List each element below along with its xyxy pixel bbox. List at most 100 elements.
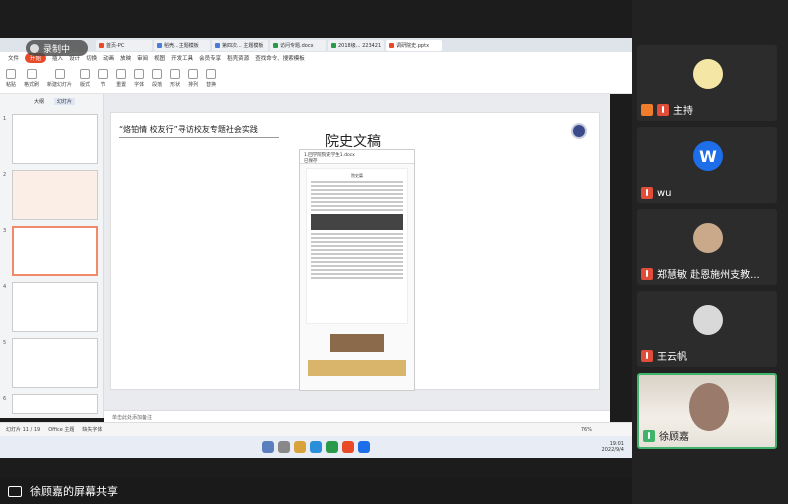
slide-number: 3 [3, 228, 7, 234]
participant-tile[interactable]: W wu [637, 127, 777, 203]
participant-video-face [689, 383, 729, 431]
wps-icon[interactable] [342, 441, 354, 453]
ribbon-button[interactable]: 粘贴 [6, 69, 16, 88]
ribbon-button[interactable]: 版式 [80, 69, 90, 88]
browser-tab[interactable]: 第四次... 主题模板 [212, 39, 268, 51]
tab-slides[interactable]: 幻灯片 [54, 98, 76, 105]
screen-share-label: 徐顾嘉的屏幕共享 [30, 485, 118, 498]
menu-item[interactable]: 审阅 [137, 54, 148, 62]
section-title: 院史文稿 [325, 134, 381, 150]
ribbon-button[interactable]: 排列 [188, 69, 198, 88]
system-tray: 19:01 2022/9/4 [602, 441, 624, 453]
tab-favicon-icon [389, 42, 395, 48]
start-icon[interactable] [262, 441, 274, 453]
participant-tile[interactable]: 王云帆 [637, 291, 777, 367]
slide-number: 6 [3, 396, 7, 402]
slide-counter: 幻灯片 11 / 19 [6, 427, 41, 433]
slide-thumbnail[interactable] [12, 338, 98, 388]
slide[interactable]: “烙铂情 校友行”寻访校友专题社会实践 院史文稿 1.回学院院史学生1.docx… [110, 112, 600, 391]
university-seal-icon [571, 123, 587, 139]
ribbon-label: 新建幻灯片 [47, 82, 73, 88]
slide-thumbnail-selected[interactable] [12, 226, 98, 276]
tab-favicon-icon [273, 42, 278, 48]
ribbon-label: 重置 [116, 82, 127, 88]
participant-name: 徐顾嘉 [659, 432, 689, 443]
folder-icon[interactable] [294, 441, 306, 453]
browser-tab[interactable]: 2018级... 223421 [328, 39, 385, 51]
menu-item[interactable]: 稻壳资源 [227, 54, 249, 62]
tab-favicon-icon [331, 42, 336, 48]
browser-tab-strip: 首页-PC 稻壳...主题模板 第四次... 主题模板 访问专题.docx 2018级.… [0, 38, 632, 52]
ribbon-button[interactable]: 字体 [134, 69, 144, 88]
windows-taskbar [0, 436, 632, 458]
ribbon-icon [188, 69, 199, 79]
ribbon-icon [26, 69, 37, 79]
participant-tile-active-speaker[interactable]: 徐顾嘉 [637, 373, 777, 449]
chrome-icon[interactable] [326, 441, 338, 453]
menu-item[interactable]: 会员专享 [199, 54, 221, 62]
mic-off-icon [641, 267, 653, 280]
ribbon-button[interactable]: 段落 [152, 69, 162, 88]
participant-name: 郑慧敏 赴恩施州支教... [657, 270, 760, 281]
ribbon-button[interactable]: 替换 [206, 69, 216, 88]
slide-thumbnail[interactable] [12, 170, 98, 220]
screen-share-bar: 徐顾嘉的屏幕共享 [0, 478, 632, 504]
document-status: 已保存 [304, 159, 318, 164]
tab-label: 第四次... 主题模板 [222, 42, 264, 49]
browser-tab[interactable]: 访问专题.docx [270, 39, 326, 51]
slide-number: 2 [3, 172, 7, 178]
ribbon-icon [206, 69, 217, 79]
ribbon-label: 粘贴 [6, 82, 17, 88]
edge-icon[interactable] [310, 441, 322, 453]
menu-item[interactable]: 视图 [154, 54, 165, 62]
ribbon-icon [152, 69, 163, 79]
menu-item[interactable]: 开发工具 [171, 54, 193, 62]
ribbon-button[interactable]: 新建幻灯片 [47, 69, 72, 88]
screen-share-icon [8, 485, 22, 497]
menu-item[interactable]: 文件 [8, 54, 19, 62]
ribbon-label: 字体 [134, 82, 145, 88]
ribbon-icon [170, 69, 181, 79]
font-missing-link[interactable]: 缺失字体 [82, 426, 102, 433]
avatar [693, 223, 723, 253]
menu-item[interactable]: 查找命令、搜索模板 [255, 54, 305, 62]
ribbon-button[interactable]: 节 [98, 69, 109, 88]
notes-field[interactable]: 单击此处添加备注 [104, 410, 610, 422]
browser-tab[interactable]: 稻壳...主题模板 [154, 39, 210, 51]
document-photo [311, 214, 403, 230]
slide-thumbnail[interactable] [12, 282, 98, 332]
slide-thumbnail[interactable] [12, 114, 98, 164]
tab-favicon-icon [99, 42, 104, 48]
slide-thumbnail[interactable] [12, 394, 98, 414]
avatar: W [693, 141, 723, 171]
slide-canvas: “烙铂情 校友行”寻访校友专题社会实践 院史文稿 1.回学院院史学生1.docx… [104, 94, 610, 410]
participant-tile[interactable]: 郑慧敏 赴恩施州支教... [637, 209, 777, 285]
browser-tab[interactable]: 首页-PC [96, 39, 152, 51]
meeting-icon[interactable] [358, 441, 370, 453]
embedded-document[interactable]: 1.回学院院史学生1.docx 已保存 院史篇 [299, 149, 415, 391]
participant-tile[interactable]: 主持 [637, 45, 777, 121]
ribbon-button[interactable]: 格式刷 [24, 69, 39, 88]
ribbon-label: 段落 [152, 82, 163, 88]
menu-item[interactable]: 放映 [120, 54, 131, 62]
participant-name: 主持 [673, 106, 693, 117]
status-bar: 幻灯片 11 / 19 Office 主题 缺失字体 76% [0, 422, 632, 436]
host-icon [641, 103, 653, 116]
participant-name: wu [657, 187, 672, 199]
zoom-level[interactable]: 76% [581, 427, 592, 433]
title-underline [119, 137, 279, 138]
menu-item[interactable]: 切换 [86, 54, 97, 62]
tab-favicon-icon [157, 42, 162, 48]
tab-outline[interactable]: 大纲 [34, 98, 44, 105]
ribbon-button[interactable]: 形状 [170, 69, 180, 88]
recording-label: 录制中 [43, 44, 71, 55]
ribbon-button[interactable]: 重置 [116, 69, 126, 88]
shared-screen: 录制中 首页-PC 稻壳...主题模板 第四次... 主题模板 访问专题.docx 20… [0, 0, 632, 504]
search-icon[interactable] [278, 441, 290, 453]
ribbon-label: 排列 [188, 82, 199, 88]
menu-item[interactable]: 动画 [103, 54, 114, 62]
browser-tab[interactable]: 调研院史.pptx [386, 39, 443, 51]
tab-label: 访问专题.docx [280, 42, 314, 49]
menu-bar: 文件 开始 插入 设计 切换 动画 放映 审阅 视图 开发工具 会员专享 稻壳资源 查找命令、搜索模板 [0, 52, 632, 64]
recording-indicator: 录制中 [26, 40, 88, 56]
